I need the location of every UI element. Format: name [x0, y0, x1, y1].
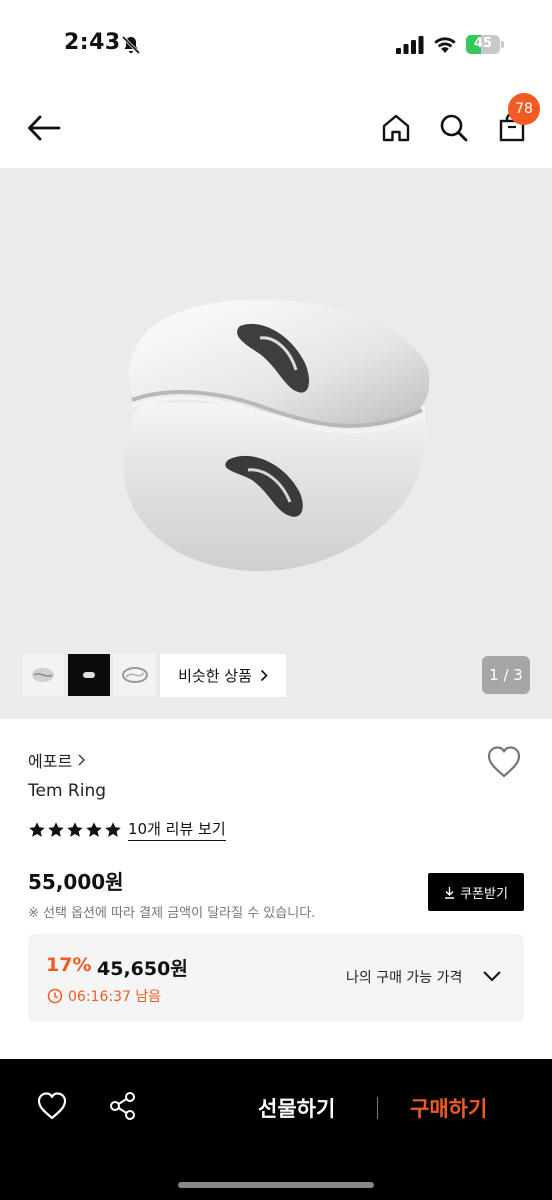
share-icon — [110, 1092, 135, 1120]
price-note: ※ 선택 옵션에 따라 결제 금액이 달라질 수 있습니다. — [28, 906, 316, 921]
ring-thumbnail-icon — [122, 667, 148, 683]
star-icon — [29, 821, 45, 837]
star-icon — [105, 821, 121, 837]
star-rating — [28, 821, 122, 839]
star-icon — [48, 821, 64, 837]
wifi-icon — [434, 37, 456, 53]
cellular-signal-icon — [396, 36, 424, 54]
star-icon — [67, 821, 83, 837]
home-icon — [382, 114, 410, 142]
countdown-timer: 06:16:37 남음 — [47, 986, 161, 1006]
my-price-label: 나의 구매 가능 가격 — [346, 970, 463, 986]
my-price-box[interactable]: 17% 45,650원 06:16:37 남음 나의 구매 가능 가격 — [28, 934, 524, 1022]
gift-button[interactable]: 선물하기 — [258, 1093, 335, 1123]
bell-slash-icon — [121, 35, 141, 55]
status-bar: 2:43 45 — [0, 0, 552, 90]
bottom-action-bar: 선물하기 구매하기 — [0, 1059, 552, 1200]
brand-link[interactable]: 에포르 — [28, 748, 86, 772]
ring-thumbnail-icon — [32, 668, 54, 682]
get-coupon-button[interactable]: 쿠폰받기 — [428, 873, 524, 911]
buy-button[interactable]: 구매하기 — [410, 1093, 487, 1123]
chevron-right-icon — [78, 754, 86, 766]
thumbnail-strip — [22, 654, 156, 696]
product-name: Tem Ring — [28, 781, 107, 801]
wishlist-button[interactable] — [486, 745, 524, 781]
share-button[interactable] — [108, 1091, 138, 1121]
rating-row: 10개 리뷰 보기 — [28, 818, 226, 841]
image-page-indicator: 1 / 3 — [482, 656, 530, 694]
clock-icon — [47, 988, 63, 1004]
cart-count-badge: 78 — [508, 93, 540, 125]
discount-rate: 17% — [46, 954, 92, 976]
chevron-right-icon — [260, 669, 268, 682]
product-image-gallery[interactable]: 비슷한 상품 1 / 3 — [0, 168, 552, 719]
thumbnail-3[interactable] — [114, 654, 156, 696]
coupon-label: 쿠폰받기 — [460, 886, 508, 902]
product-price: 55,000원 — [28, 870, 124, 894]
top-navigation — [0, 90, 552, 168]
chevron-down-icon[interactable] — [482, 970, 502, 982]
home-button[interactable] — [376, 108, 416, 148]
status-time: 2:43 — [64, 30, 121, 55]
timer-text: 06:16:37 남음 — [68, 989, 162, 1005]
heart-icon — [487, 746, 521, 778]
ring-thumbnail-icon — [83, 672, 95, 678]
back-button[interactable] — [24, 108, 64, 148]
home-indicator — [178, 1182, 374, 1188]
divider — [377, 1097, 378, 1119]
heart-icon — [37, 1092, 67, 1120]
thumbnail-1[interactable] — [22, 654, 64, 696]
arrow-left-icon — [28, 115, 61, 141]
discounted-price: 45,650원 — [97, 958, 188, 980]
search-icon — [440, 114, 468, 142]
similar-products-label: 비슷한 상품 — [178, 667, 252, 685]
thumbnail-2[interactable] — [68, 654, 110, 696]
battery-level: 45 — [473, 36, 493, 51]
bottom-wishlist-button[interactable] — [36, 1091, 68, 1121]
star-icon — [86, 821, 102, 837]
brand-name: 에포르 — [28, 752, 73, 771]
ring-product-image — [123, 299, 430, 572]
search-button[interactable] — [434, 108, 474, 148]
review-link[interactable]: 10개 리뷰 보기 — [128, 818, 226, 841]
battery-cap — [501, 41, 504, 48]
download-icon — [445, 886, 455, 899]
battery-indicator: 45 — [466, 35, 500, 54]
similar-products-button[interactable]: 비슷한 상품 — [160, 654, 286, 697]
